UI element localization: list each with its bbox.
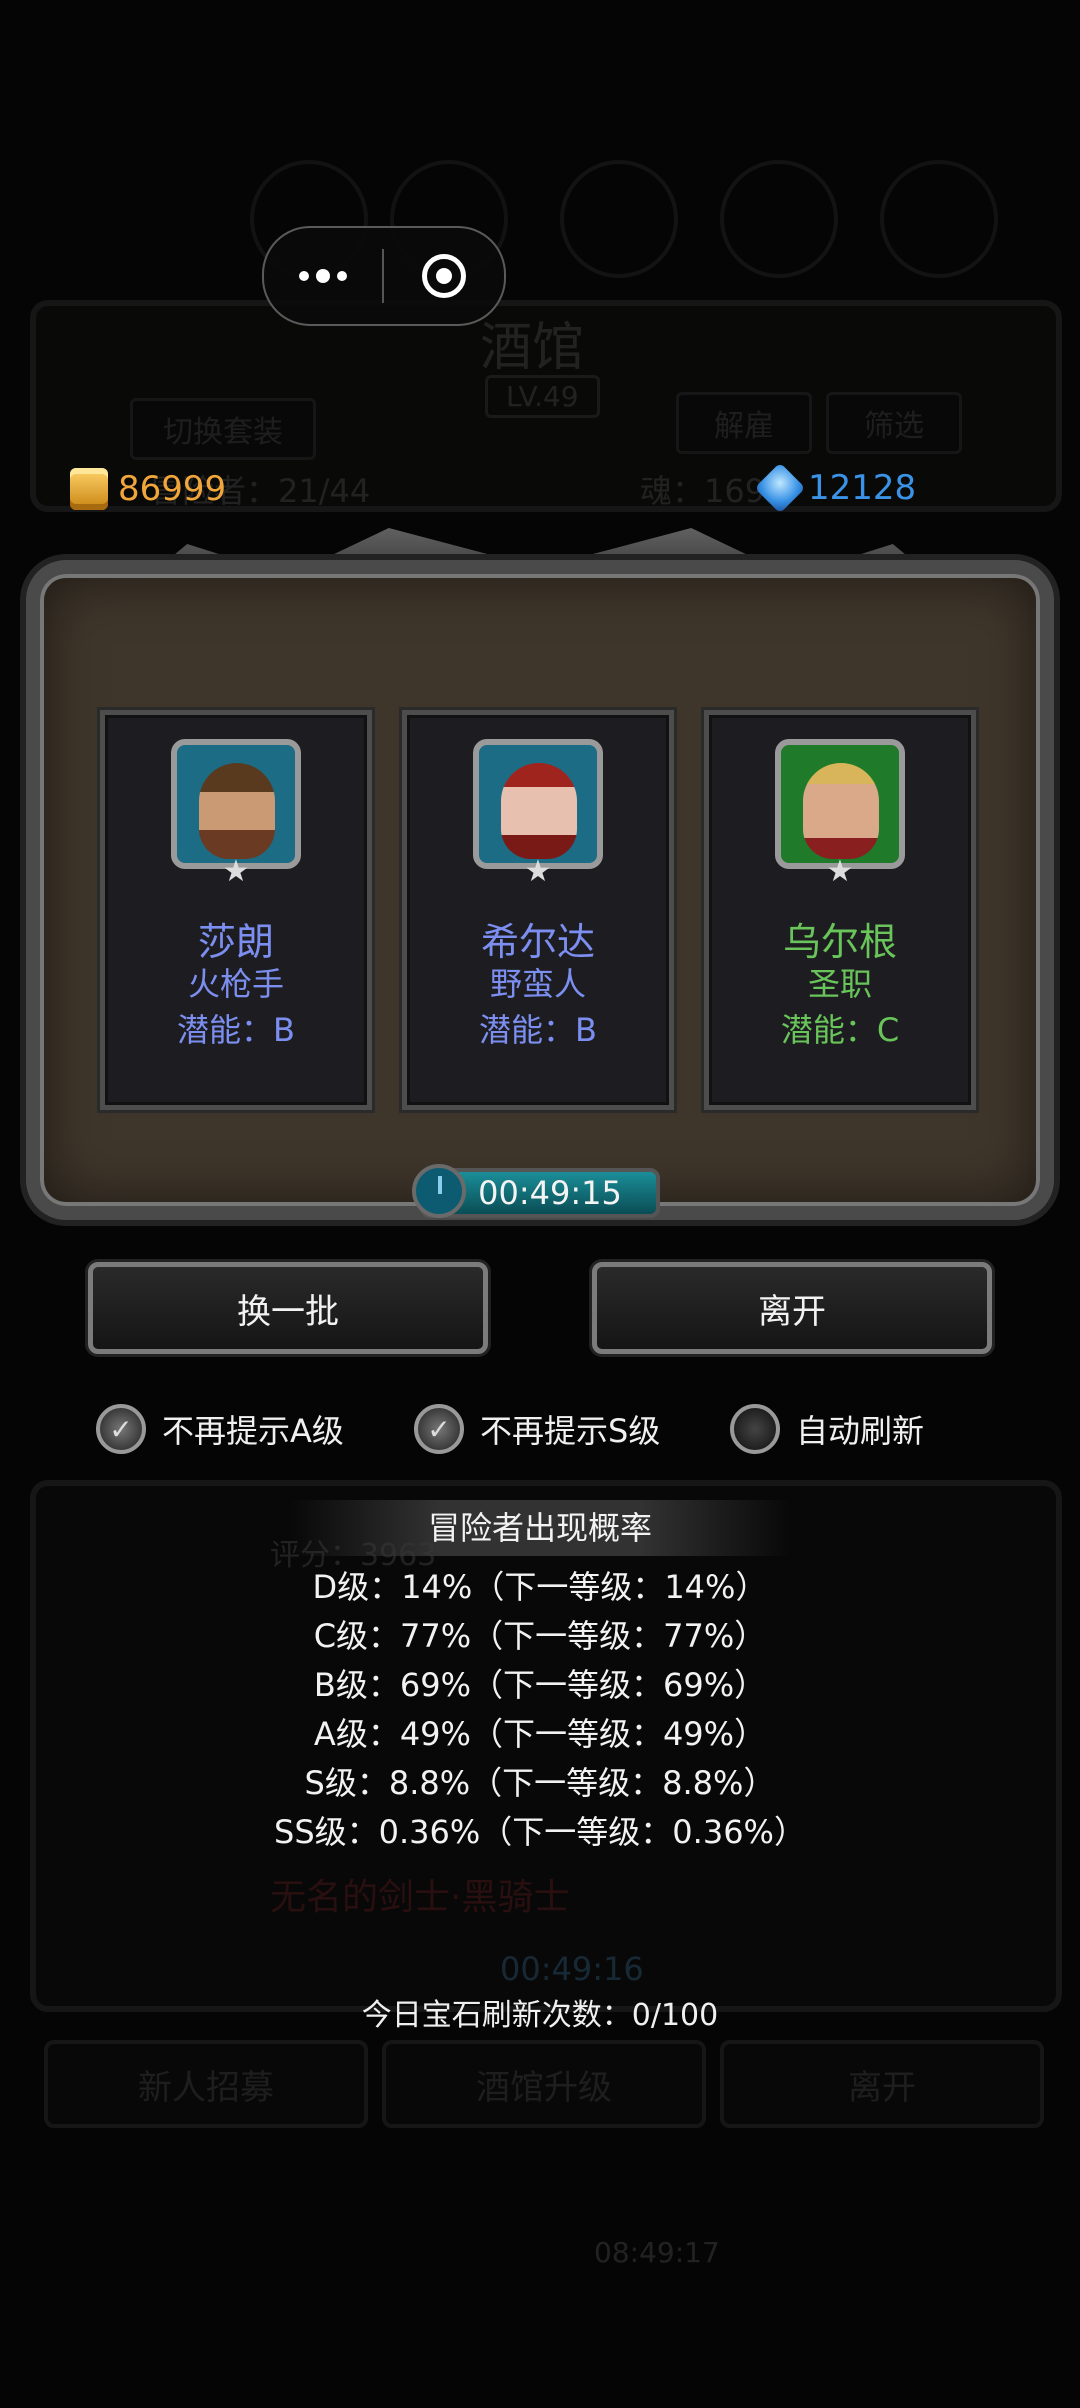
option-no-prompt-s[interactable]: ✓ 不再提示S级 — [414, 1404, 660, 1454]
checkmark-icon[interactable]: ✓ — [96, 1404, 146, 1454]
probability-line: A级：49%（下一等级：49%） — [313, 1715, 767, 1753]
more-dots-icon — [299, 269, 347, 283]
more-menu-button[interactable] — [264, 228, 382, 324]
bg-recruit-button: 新人招募 — [44, 2040, 368, 2128]
probability-title: 冒险者出现概率 — [290, 1500, 790, 1556]
gem-refresh-count: 今日宝石刷新次数：0/100 — [361, 1998, 719, 2033]
gold-display: 86999 — [70, 468, 226, 510]
option-label: 不再提示A级 — [162, 1412, 344, 1450]
timer-text: 00:49:15 — [478, 1174, 622, 1212]
bg-bottom-timer: 08:49:17 — [594, 2236, 720, 2269]
unchecked-circle-icon[interactable] — [730, 1404, 780, 1454]
probability-line: S级：8.8%（下一等级：8.8%） — [304, 1764, 776, 1802]
hero-class: 野蛮人 — [489, 965, 586, 1003]
bg-leave-button: 离开 — [720, 2040, 1044, 2128]
close-mini-program-button[interactable] — [384, 254, 504, 298]
bg-switch-outfit-button: 切换套装 — [130, 398, 316, 460]
hero-potential: 潜能：B — [177, 1011, 295, 1049]
option-label: 不再提示S级 — [480, 1412, 661, 1450]
bg-circle-icon — [560, 160, 678, 278]
blue-gem-icon — [754, 462, 806, 514]
gem-amount: 12128 — [808, 468, 917, 508]
bg-circle-icon — [720, 160, 838, 278]
option-label: 自动刷新 — [796, 1412, 925, 1450]
probability-line: C级：77%（下一等级：77%） — [313, 1617, 767, 1655]
clock-icon — [412, 1164, 466, 1218]
refresh-batch-button[interactable]: 换一批 — [88, 1262, 488, 1354]
bg-upgrade-button: 酒馆升级 — [382, 2040, 706, 2128]
cowboy-hat-woman-portrait-icon — [199, 763, 275, 859]
hero-card-2[interactable]: ★ 希尔达 野蛮人 潜能：B — [402, 710, 674, 1110]
hero-name: 莎朗 — [197, 920, 274, 964]
star-icon: ★ — [222, 854, 250, 889]
option-auto-refresh[interactable]: 自动刷新 — [730, 1404, 924, 1454]
hero-portrait-3 — [775, 739, 905, 869]
bg-title: 酒馆 — [480, 318, 585, 378]
target-close-icon — [422, 254, 466, 298]
hero-potential: 潜能：C — [780, 1011, 900, 1049]
star-icon: ★ — [826, 854, 854, 889]
bg-level: LV.49 — [485, 375, 600, 418]
bg-filter-button: 筛选 — [826, 392, 962, 454]
hero-card-1[interactable]: ★ 莎朗 火枪手 潜能：B — [100, 710, 372, 1110]
red-hair-woman-portrait-icon — [501, 763, 577, 859]
gem-display: 12128 — [754, 462, 917, 514]
hero-card-3[interactable]: ★ 乌尔根 圣职 潜能：C — [704, 710, 976, 1110]
hero-portrait-2 — [473, 739, 603, 869]
bg-list-name: 无名的剑士·黑骑士 — [270, 1877, 570, 1918]
probability-line: SS级：0.36%（下一等级：0.36%） — [274, 1813, 806, 1851]
probability-line: B级：69%（下一等级：69%） — [313, 1666, 767, 1704]
hero-class: 火枪手 — [187, 965, 284, 1003]
mini-program-capsule — [262, 226, 506, 326]
hero-portrait-1 — [171, 739, 301, 869]
hero-name: 乌尔根 — [782, 920, 897, 964]
bg-circle-icon — [880, 160, 998, 278]
star-icon: ★ — [524, 854, 552, 889]
bg-timer: 00:49:16 — [500, 1950, 644, 1988]
checkmark-icon[interactable]: ✓ — [414, 1404, 464, 1454]
leave-button[interactable]: 离开 — [592, 1262, 992, 1354]
hero-potential: 潜能：B — [479, 1011, 597, 1049]
probability-line: D级：14%（下一等级：14%） — [312, 1568, 768, 1606]
blond-man-portrait-icon — [803, 763, 879, 859]
bg-dismiss-button: 解雇 — [676, 392, 812, 454]
option-no-prompt-a[interactable]: ✓ 不再提示A级 — [96, 1404, 344, 1454]
hero-class: 圣职 — [807, 965, 872, 1003]
gold-amount: 86999 — [118, 469, 227, 509]
gold-coin-icon — [70, 468, 108, 510]
hero-name: 希尔达 — [480, 920, 595, 964]
